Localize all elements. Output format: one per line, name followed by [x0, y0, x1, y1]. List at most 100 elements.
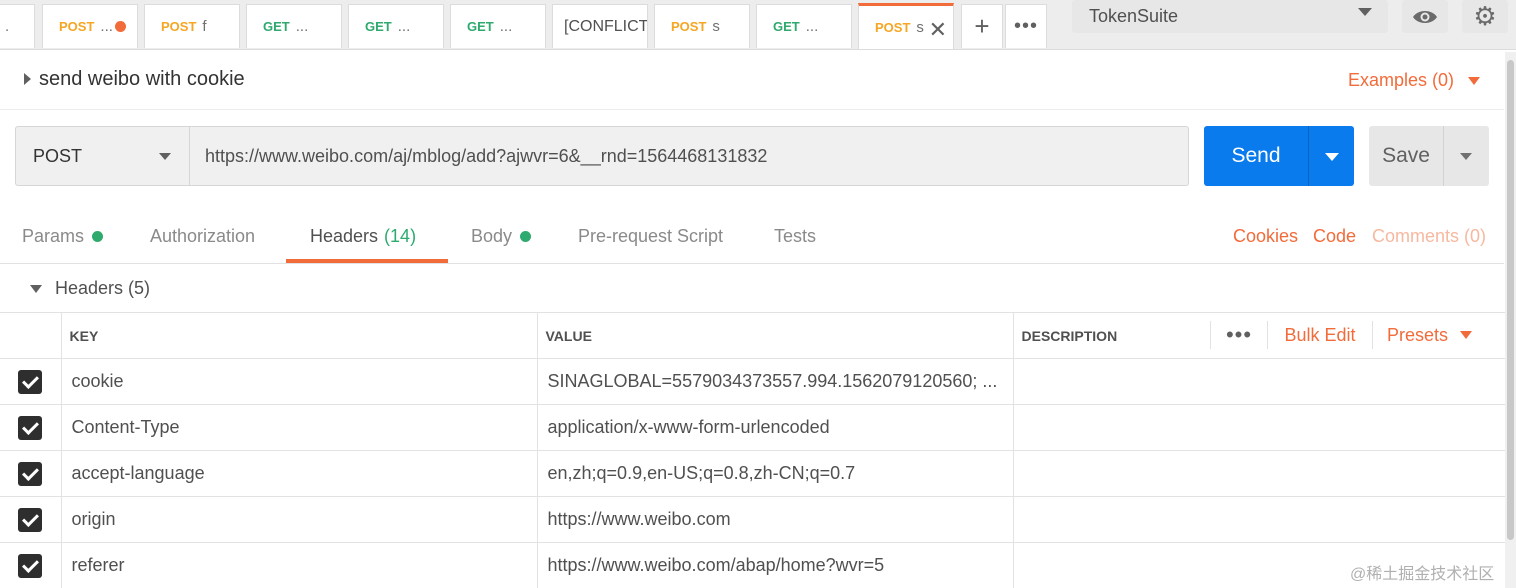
tab-method: GET [773, 19, 800, 34]
environment-select[interactable]: TokenSuite [1072, 0, 1388, 33]
comments-link[interactable]: Comments (0) [1372, 226, 1486, 247]
tab-authorization[interactable]: Authorization [150, 226, 255, 247]
tab-method: POST [671, 19, 707, 34]
key-cell[interactable]: cookie [60, 358, 538, 405]
table-row: referer https://www.weibo.com/abap/home?… [0, 542, 1506, 588]
row-checkbox-cell [0, 450, 62, 497]
value-cell[interactable]: SINAGLOBAL=5579034373557.994.15620791205… [536, 358, 1014, 405]
tab-label: Params [22, 226, 85, 246]
save-options-button[interactable] [1443, 126, 1489, 186]
chevron-down-icon [1460, 331, 1473, 339]
tab-name: [CONFLICT [564, 17, 648, 35]
tab-name: ... [397, 18, 411, 35]
environment-quick-look-button[interactable] [1402, 0, 1448, 33]
request-tab-bar: . POST ... POST f GET ... GET ... GET ..… [0, 0, 1516, 50]
send-options-button[interactable] [1308, 126, 1354, 186]
value-cell[interactable]: https://www.weibo.com [536, 496, 1014, 543]
method-value: POST [33, 145, 83, 166]
key-cell[interactable]: accept-language [60, 450, 538, 497]
key-cell[interactable]: origin [60, 496, 538, 543]
presets-label: Presets [1387, 324, 1449, 345]
bulk-edit-button[interactable]: Bulk Edit [1268, 325, 1372, 346]
request-tab[interactable]: GET ... [246, 4, 342, 48]
headers-section-toggle[interactable]: Headers (5) [0, 264, 1504, 312]
tab-name: ... [295, 18, 309, 35]
request-tab-active[interactable]: POST s ✕ [858, 3, 954, 49]
request-tab[interactable]: GET ... [450, 4, 546, 48]
value-cell[interactable]: https://www.weibo.com/abap/home?wvr=5 [536, 542, 1014, 588]
tab-method: GET [467, 19, 494, 34]
request-tab[interactable]: GET ... [348, 4, 444, 48]
key-cell[interactable]: Content-Type [60, 404, 538, 451]
tab-name: s [712, 18, 720, 35]
tab-tests[interactable]: Tests [774, 226, 816, 247]
tab-body[interactable]: Body [471, 226, 532, 247]
tab-method: POST [59, 19, 95, 34]
method-select[interactable]: POST [15, 126, 190, 186]
enabled-checkbox[interactable] [18, 553, 43, 578]
examples-dropdown[interactable]: Examples (0) [1348, 70, 1454, 91]
description-cell[interactable] [1012, 450, 1506, 497]
headers-table-tools: ••• Bulk Edit Presets [1210, 312, 1504, 358]
row-checkbox-cell [0, 404, 62, 451]
table-row: cookie SINAGLOBAL=5579034373557.994.1562… [0, 358, 1506, 405]
active-tab-indicator [286, 259, 448, 263]
url-value: https://www.weibo.com/aj/mblog/add?ajwvr… [205, 145, 768, 166]
url-input[interactable]: https://www.weibo.com/aj/mblog/add?ajwvr… [190, 126, 1189, 186]
description-cell[interactable] [1012, 358, 1506, 405]
environment-settings-button[interactable]: ⚙ [1462, 0, 1508, 33]
value-cell[interactable]: en,zh;q=0.9,en-US;q=0.8,zh-CN;q=0.7 [536, 450, 1014, 497]
send-button[interactable]: Send [1204, 126, 1308, 186]
tab-name: s [916, 19, 924, 36]
row-checkbox-cell [0, 358, 62, 405]
scrollbar-thumb[interactable] [1507, 60, 1514, 540]
tab-headers[interactable]: Headers (14) [310, 226, 416, 247]
enabled-checkbox[interactable] [18, 369, 43, 394]
enabled-checkbox[interactable] [18, 461, 43, 486]
request-tab[interactable]: POST s [654, 4, 750, 48]
request-tab[interactable]: POST f [144, 4, 240, 48]
save-button[interactable]: Save [1369, 126, 1443, 186]
key-cell[interactable]: referer [60, 542, 538, 588]
tab-name: . [5, 18, 10, 35]
headers-count: (14) [384, 226, 417, 246]
request-tab[interactable]: GET ... [756, 4, 852, 48]
enabled-checkbox[interactable] [18, 415, 43, 440]
description-cell[interactable] [1012, 404, 1506, 451]
chevron-down-icon [1358, 8, 1372, 16]
description-cell[interactable] [1012, 496, 1506, 543]
tab-method: POST [161, 19, 197, 34]
new-tab-button[interactable]: + [961, 4, 1003, 48]
table-row: Content-Type application/x-www-form-urle… [0, 404, 1506, 451]
enabled-checkbox[interactable] [18, 507, 43, 532]
more-options-icon[interactable]: ••• [1211, 322, 1267, 348]
collapse-arrow-icon [30, 285, 42, 293]
tab-label: Tests [774, 226, 817, 246]
request-name[interactable]: send weibo with cookie [39, 68, 245, 91]
cookies-link[interactable]: Cookies [1233, 226, 1298, 247]
row-checkbox-cell [0, 542, 62, 588]
code-link[interactable]: Code [1313, 226, 1356, 247]
close-tab-icon[interactable]: ✕ [929, 17, 947, 43]
tab-prerequest-script[interactable]: Pre-request Script [578, 226, 723, 247]
tab-method: POST [875, 20, 911, 35]
key-column-header: KEY [60, 312, 538, 359]
request-tab[interactable]: . [0, 4, 35, 48]
tab-name: ... [499, 18, 513, 35]
presets-dropdown[interactable]: Presets [1373, 324, 1473, 346]
request-tab[interactable]: POST ... [42, 4, 138, 48]
request-tab[interactable]: [CONFLICT [552, 4, 648, 48]
plus-icon: + [974, 11, 990, 41]
tab-label: Headers [310, 226, 379, 246]
ellipsis-icon: ••• [1013, 15, 1038, 37]
chevron-down-icon[interactable] [1468, 77, 1480, 85]
tab-name: f [202, 18, 207, 35]
unsaved-dot-icon [114, 21, 126, 32]
expand-arrow-icon[interactable] [24, 73, 31, 85]
environment-name: TokenSuite [1089, 6, 1179, 26]
gear-icon: ⚙ [1473, 1, 1497, 31]
value-cell[interactable]: application/x-www-form-urlencoded [536, 404, 1014, 451]
tab-label: Body [471, 226, 513, 246]
more-tabs-button[interactable]: ••• [1005, 4, 1047, 48]
tab-params[interactable]: Params [22, 226, 104, 247]
